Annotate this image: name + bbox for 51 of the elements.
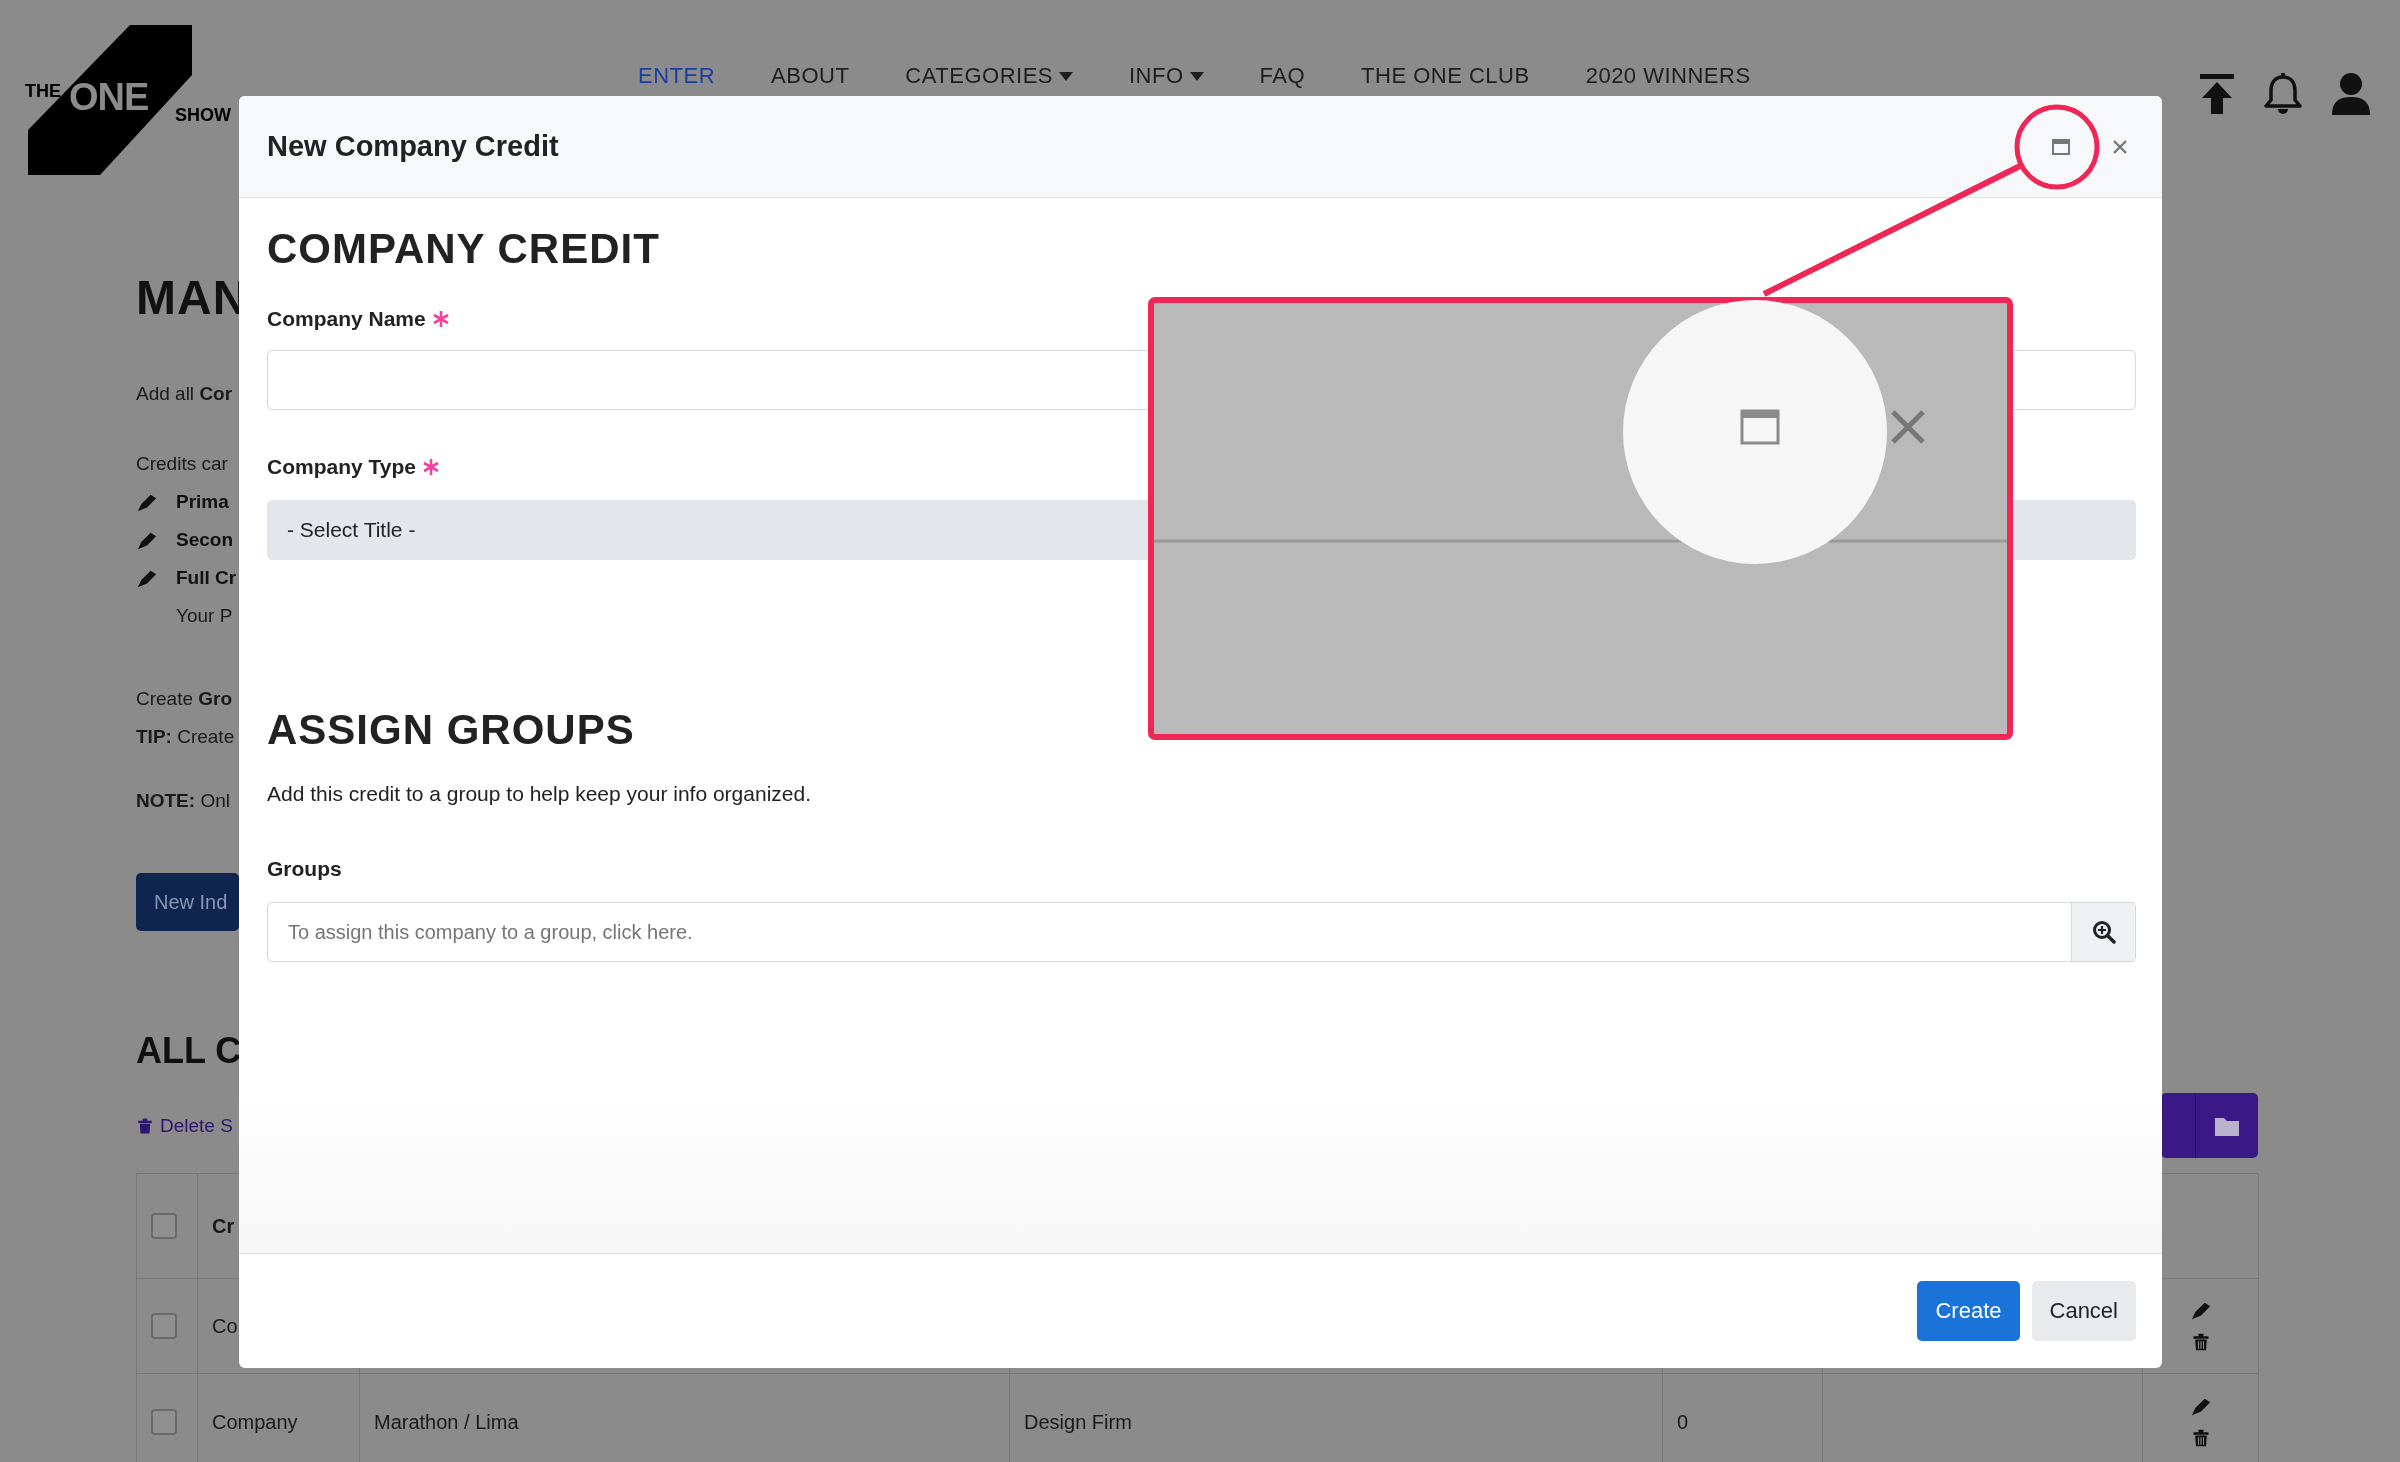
dialog-title: New Company Credit bbox=[267, 130, 559, 163]
nav-link[interactable]: INFO bbox=[1129, 63, 1204, 89]
search-button[interactable] bbox=[2072, 902, 2136, 962]
intro-text: Add all Cor bbox=[136, 382, 233, 406]
credits-text: Credits car bbox=[136, 452, 228, 476]
credit-type: Secon bbox=[176, 529, 234, 551]
list-button[interactable] bbox=[2161, 1093, 2195, 1158]
nav-link[interactable]: ABOUT bbox=[771, 63, 850, 89]
note-text: NOTE: Onl bbox=[136, 789, 230, 813]
field-label: Company Type bbox=[267, 454, 416, 480]
nav-link[interactable]: 2020 WINNERS bbox=[1585, 63, 1751, 89]
table-cell: Company bbox=[198, 1374, 360, 1462]
logo-text: ONE bbox=[69, 75, 149, 119]
table-cell: Design Firm bbox=[1010, 1374, 1663, 1462]
checkbox[interactable] bbox=[151, 1409, 177, 1435]
logo-text: SHOW bbox=[175, 105, 231, 126]
cancel-button[interactable]: Cancel bbox=[2031, 1281, 2136, 1341]
section-title: ALL C bbox=[136, 1029, 242, 1073]
create-button[interactable]: Create bbox=[1917, 1281, 2020, 1341]
nav-link[interactable]: FAQ bbox=[1259, 63, 1306, 89]
checkbox[interactable] bbox=[151, 1213, 177, 1239]
table-cell: Marathon / Lima bbox=[360, 1374, 1010, 1462]
section-title: ASSIGN GROUPS bbox=[267, 705, 636, 755]
field-label: Company Name bbox=[267, 306, 426, 332]
nav-link[interactable]: THE ONE CLUB bbox=[1361, 63, 1530, 89]
nav-link[interactable]: ENTER bbox=[638, 63, 716, 89]
credit-note: Your P bbox=[176, 604, 233, 628]
user-icon[interactable] bbox=[2332, 73, 2370, 115]
checkbox[interactable] bbox=[151, 1313, 177, 1339]
new-button[interactable]: New Ind bbox=[136, 873, 239, 931]
nav-link[interactable]: CATEGORIES bbox=[905, 63, 1073, 89]
window-icon[interactable] bbox=[2052, 138, 2070, 155]
folder-icon bbox=[2215, 1115, 2239, 1136]
field-label: Groups bbox=[267, 856, 342, 882]
credit-type: Prima bbox=[176, 491, 229, 513]
upload-icon[interactable] bbox=[2200, 74, 2234, 114]
logo-text: THE bbox=[25, 81, 61, 102]
folder-button[interactable] bbox=[2195, 1093, 2258, 1158]
groups-text: Create Gro bbox=[136, 687, 233, 711]
bell-icon[interactable] bbox=[2264, 73, 2302, 115]
groups-field[interactable]: To assign this company to a group, click here. bbox=[267, 902, 2072, 962]
close-icon bbox=[1890, 409, 1926, 445]
description-text: Add this credit to a group to help keep your info organized. bbox=[267, 781, 812, 807]
zoom-in-icon bbox=[2091, 920, 2116, 944]
table-cell: 0 bbox=[1663, 1374, 1823, 1462]
close-icon[interactable] bbox=[2112, 138, 2128, 155]
credit-type: Full Cr bbox=[176, 567, 237, 589]
section-title: COMPANY CREDIT bbox=[267, 224, 661, 274]
delete-link[interactable]: Delete S bbox=[136, 1114, 233, 1137]
tip-text: TIP: Create bbox=[136, 725, 235, 749]
window-icon bbox=[1740, 409, 1780, 445]
